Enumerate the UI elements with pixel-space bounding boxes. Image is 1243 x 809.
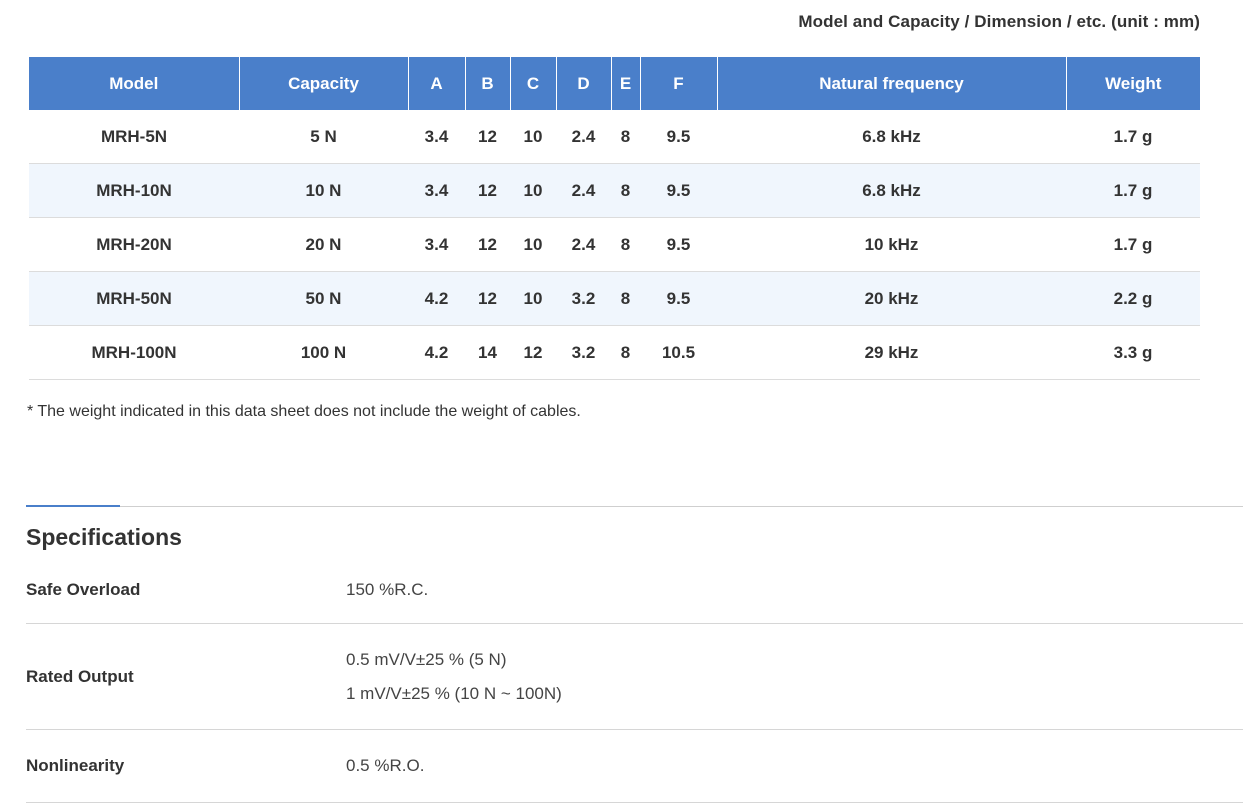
table-row: MRH-5N 5 N 3.4 12 10 2.4 8 9.5 6.8 kHz 1… [29,110,1200,164]
cell-a: 4.2 [408,325,465,380]
header-a: A [408,57,466,110]
cell-weight: 1.7 g [1066,110,1200,164]
cell-d: 3.2 [556,271,611,326]
cell-weight: 1.7 g [1066,163,1200,218]
cell-e: 8 [611,217,640,272]
cell-natural-frequency: 20 kHz [717,271,1066,326]
cell-f: 9.5 [640,163,717,218]
cell-capacity: 20 N [239,217,408,272]
cell-a: 4.2 [408,271,465,326]
cell-model: MRH-100N [29,325,239,380]
spec-row-nonlinearity: Nonlinearity 0.5 %R.O. [26,730,1243,803]
spec-value-line: 150 %R.C. [346,579,429,599]
table-caption: Model and Capacity / Dimension / etc. (u… [798,12,1200,31]
cell-f: 10.5 [640,325,717,380]
spec-label: Nonlinearity [26,756,125,775]
cell-a: 3.4 [408,163,465,218]
cell-b: 12 [465,110,510,164]
cell-e: 8 [611,325,640,380]
cell-model: MRH-50N [29,271,239,326]
spec-value: 0.5 %R.O. [346,749,424,783]
cell-model: MRH-5N [29,110,239,164]
cell-d: 2.4 [556,163,611,218]
table-header-row: Model Capacity A B C D E F Natural frequ… [29,57,1200,110]
specifications-title: Specifications [26,524,182,550]
header-weight: Weight [1066,57,1200,110]
cell-natural-frequency: 6.8 kHz [717,163,1066,218]
table-row: MRH-100N 100 N 4.2 14 12 3.2 8 10.5 29 k… [29,325,1200,380]
cell-c: 10 [510,217,556,272]
spec-value-line: 0.5 mV/V±25 % (5 N) [346,649,507,669]
spec-row-safe-overload: Safe Overload 150 %R.C. [26,556,1243,624]
cell-b: 14 [465,325,510,380]
cell-c: 10 [510,110,556,164]
cell-a: 3.4 [408,217,465,272]
model-dimension-table: Model Capacity A B C D E F Natural frequ… [29,57,1200,380]
header-model: Model [29,57,240,110]
cell-a: 3.4 [408,110,465,164]
cell-e: 8 [611,110,640,164]
spec-value: 0.5 mV/V±25 % (5 N) 1 mV/V±25 % (10 N ~ … [346,643,562,711]
cell-natural-frequency: 29 kHz [717,325,1066,380]
cell-b: 12 [465,271,510,326]
cell-capacity: 100 N [239,325,408,380]
cell-weight: 3.3 g [1066,325,1200,380]
cell-c: 12 [510,325,556,380]
header-d: D [556,57,612,110]
spec-row-rated-output: Rated Output 0.5 mV/V±25 % (5 N) 1 mV/V±… [26,624,1243,730]
cell-natural-frequency: 6.8 kHz [717,110,1066,164]
spec-value-line: 0.5 %R.O. [346,756,425,775]
cell-f: 9.5 [640,271,717,326]
cell-model: MRH-10N [29,163,239,218]
cell-capacity: 5 N [239,110,408,164]
cell-d: 2.4 [556,110,611,164]
cell-c: 10 [510,163,556,218]
cell-b: 12 [465,217,510,272]
spec-value: 150 %R.C. [346,573,428,607]
header-b: B [465,57,511,110]
section-divider [26,506,1243,507]
header-capacity: Capacity [239,57,409,110]
table-row: MRH-10N 10 N 3.4 12 10 2.4 8 9.5 6.8 kHz… [29,163,1200,218]
header-c: C [510,57,557,110]
cell-e: 8 [611,163,640,218]
cell-e: 8 [611,271,640,326]
cell-c: 10 [510,271,556,326]
cell-b: 12 [465,163,510,218]
spec-label: Rated Output [26,666,134,686]
header-f: F [640,57,718,110]
cell-capacity: 10 N [239,163,408,218]
cell-d: 2.4 [556,217,611,272]
cell-capacity: 50 N [239,271,408,326]
cell-f: 9.5 [640,217,717,272]
table-row: MRH-20N 20 N 3.4 12 10 2.4 8 9.5 10 kHz … [29,217,1200,272]
cell-f: 9.5 [640,110,717,164]
cell-weight: 2.2 g [1066,271,1200,326]
cell-d: 3.2 [556,325,611,380]
cell-weight: 1.7 g [1066,217,1200,272]
spec-label: Safe Overload [26,579,141,599]
cell-model: MRH-20N [29,217,239,272]
weight-note: * The weight indicated in this data shee… [27,403,581,420]
header-natural-frequency: Natural frequency [717,57,1067,110]
cell-natural-frequency: 10 kHz [717,217,1066,272]
table-row: MRH-50N 50 N 4.2 12 10 3.2 8 9.5 20 kHz … [29,271,1200,326]
header-e: E [611,57,641,110]
spec-value-line: 1 mV/V±25 % (10 N ~ 100N) [346,683,562,703]
specifications-list: Safe Overload 150 %R.C. Rated Output 0.5… [26,556,1243,803]
section-divider-accent [26,505,120,507]
